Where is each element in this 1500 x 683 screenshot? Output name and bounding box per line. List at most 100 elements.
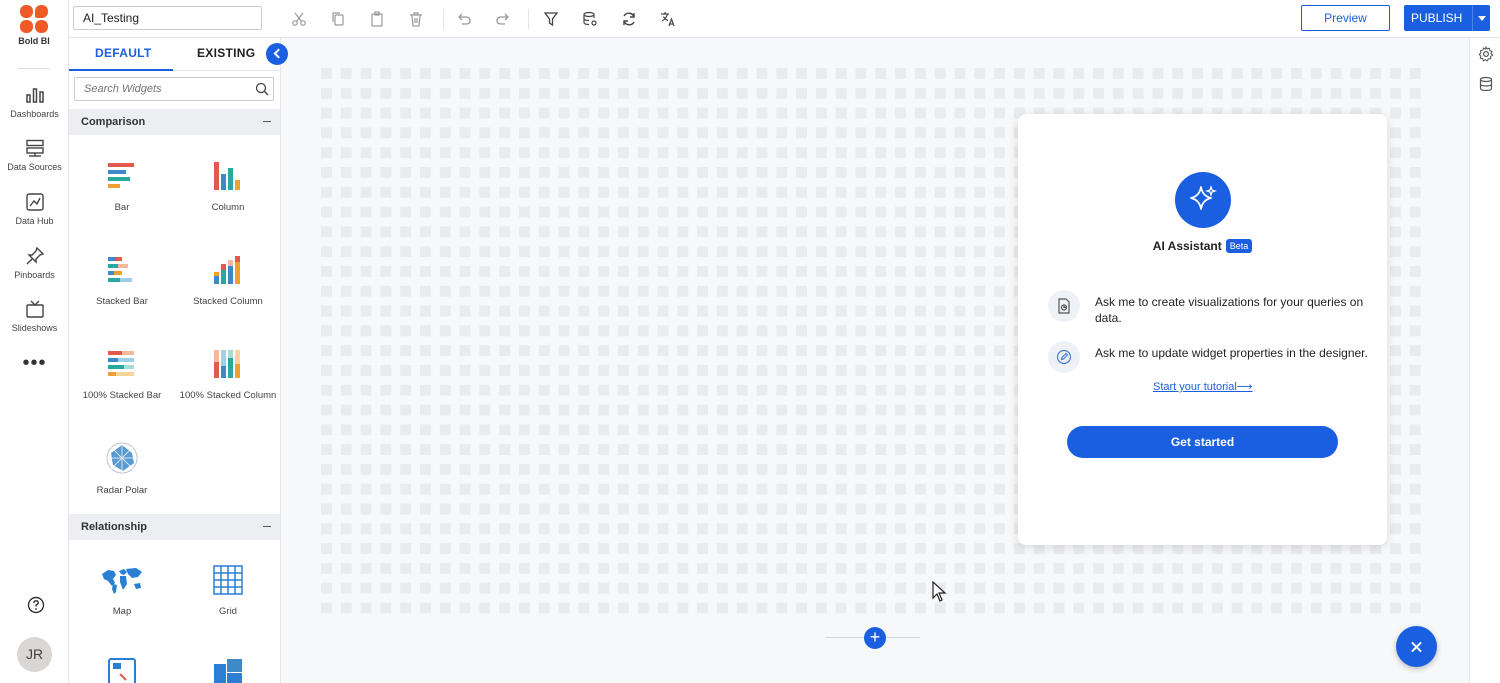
start-tutorial-link[interactable]: Start your tutorial⟶	[1153, 380, 1253, 393]
bold-bi-logo[interactable]: Bold BI	[14, 4, 54, 46]
brand-name: Bold BI	[18, 36, 50, 46]
widget-map[interactable]: Map	[69, 564, 175, 618]
widget-label: Map	[112, 606, 132, 617]
widget-panel: DEFAULT EXISTING Comparison Bar Column S…	[69, 38, 281, 683]
widget-100-stacked-bar[interactable]: 100% Stacked Bar	[69, 348, 175, 402]
help-icon[interactable]	[27, 596, 45, 619]
publish-dropdown-chevron-icon[interactable]	[1472, 5, 1490, 31]
tab-default[interactable]: DEFAULT	[95, 46, 152, 60]
nav-item-data-sources[interactable]: Data Sources	[0, 139, 69, 172]
widget-tabs: DEFAULT EXISTING	[69, 38, 280, 71]
widget-stacked-bar[interactable]: Stacked Bar	[69, 254, 175, 308]
widget-label: Grid	[219, 606, 237, 617]
100-stacked-column-widget-icon	[214, 350, 240, 378]
database-icon[interactable]	[1478, 76, 1494, 92]
paste-icon[interactable]	[369, 11, 385, 27]
grid-widget-icon	[213, 565, 243, 595]
widget-100-stacked-column[interactable]: 100% Stacked Column	[175, 348, 280, 402]
widget-column[interactable]: Column	[175, 160, 280, 214]
nav-label: Pinboards	[14, 270, 55, 280]
copy-icon[interactable]	[330, 11, 346, 27]
beta-badge: Beta	[1225, 239, 1253, 253]
section-comparison[interactable]: Comparison	[69, 109, 280, 135]
ai-title-text: AI Assistant	[1152, 239, 1222, 253]
widget-label: Bar	[114, 202, 130, 213]
pin-icon	[26, 247, 44, 265]
stacked-column-widget-icon	[214, 256, 240, 284]
bar-chart-icon	[25, 88, 44, 103]
widget-label: Stacked Bar	[96, 296, 148, 307]
undo-icon[interactable]	[456, 11, 472, 27]
translate-icon[interactable]	[660, 11, 676, 27]
gear-icon[interactable]	[1478, 46, 1494, 62]
map-widget-icon	[102, 568, 142, 594]
nav-label: Slideshows	[11, 323, 58, 333]
nav-item-data-hub[interactable]: Data Hub	[0, 193, 69, 226]
data-hub-icon	[25, 193, 44, 211]
ai-assistant-panel: AI Assistant Beta Ask me to create visual…	[1018, 114, 1387, 545]
delete-icon[interactable]	[408, 11, 424, 27]
widget-partial-1[interactable]	[69, 658, 175, 683]
nav-divider	[18, 68, 50, 69]
dashboard-name-input[interactable]	[73, 6, 262, 30]
logo-icon	[19, 4, 49, 34]
toolbar-divider	[443, 9, 444, 29]
nav-item-pinboards[interactable]: Pinboards	[0, 247, 69, 280]
bar-widget-icon	[108, 163, 134, 188]
search-widgets-input[interactable]	[74, 77, 274, 101]
close-ai-assistant-button[interactable]	[1396, 626, 1437, 667]
radar-polar-widget-icon	[106, 442, 138, 474]
widget-radar-polar[interactable]: Radar Polar	[69, 441, 175, 497]
tab-existing[interactable]: EXISTING	[197, 46, 255, 60]
redo-icon[interactable]	[495, 11, 511, 27]
get-started-button[interactable]: Get started	[1067, 426, 1338, 458]
mouse-cursor-icon	[932, 581, 947, 602]
widget-label: Stacked Column	[193, 296, 263, 307]
cut-icon[interactable]	[291, 11, 307, 27]
ai-assistant-title: AI Assistant Beta	[1018, 239, 1387, 253]
collapse-section-icon[interactable]	[263, 121, 271, 122]
100-stacked-bar-widget-icon	[108, 351, 134, 376]
properties-strip	[1469, 38, 1500, 683]
widget-grid[interactable]: Grid	[175, 564, 280, 618]
preview-button[interactable]: Preview	[1301, 5, 1390, 31]
nav-item-dashboards[interactable]: Dashboards	[0, 86, 69, 119]
section-title: Relationship	[81, 521, 148, 533]
add-widget-button[interactable]: +	[864, 627, 886, 649]
collapse-panel-button[interactable]	[266, 43, 288, 65]
publish-button[interactable]: PUBLISH	[1404, 5, 1490, 31]
widget-stacked-column[interactable]: Stacked Column	[175, 254, 280, 308]
data-settings-icon[interactable]	[582, 11, 598, 27]
toolbar-divider	[528, 9, 529, 29]
widget-partial-2[interactable]	[175, 658, 280, 683]
edit-pencil-icon	[1048, 341, 1080, 373]
widget-label: Column	[211, 202, 245, 213]
top-toolbar: Preview PUBLISH	[69, 0, 1500, 38]
server-icon	[25, 139, 44, 157]
widget-bar[interactable]: Bar	[69, 160, 175, 214]
nav-label: Data Sources	[7, 162, 62, 172]
more-icon[interactable]: •••	[0, 353, 69, 373]
refresh-icon[interactable]	[621, 11, 637, 27]
stacked-bar-widget-icon	[108, 257, 132, 282]
search-icon[interactable]	[255, 82, 269, 96]
widget-label: Radar Polar	[96, 485, 148, 496]
nav-item-slideshows[interactable]: Slideshows	[0, 300, 69, 333]
widget-label: 100% Stacked Bar	[82, 390, 162, 401]
section-relationship[interactable]: Relationship	[69, 514, 280, 540]
publish-label: PUBLISH	[1411, 11, 1463, 25]
collapse-section-icon[interactable]	[263, 526, 271, 527]
document-chart-icon	[1048, 290, 1080, 322]
nav-label: Data Hub	[15, 216, 54, 226]
flow-widget-icon	[108, 658, 136, 683]
filter-icon[interactable]	[543, 11, 559, 27]
ai-sparkle-icon	[1175, 172, 1231, 228]
feature-text: Ask me to update widget properties in th…	[1095, 346, 1368, 360]
left-navigation: Bold BI Dashboards Data Sources Data Hub…	[0, 0, 69, 683]
avatar[interactable]: JR	[17, 637, 52, 672]
column-widget-icon	[214, 162, 240, 190]
tv-icon	[25, 300, 44, 318]
feature-text: Ask me to create visualizations for your…	[1095, 295, 1364, 325]
widget-label: 100% Stacked Column	[179, 390, 277, 401]
section-title: Comparison	[81, 116, 146, 128]
